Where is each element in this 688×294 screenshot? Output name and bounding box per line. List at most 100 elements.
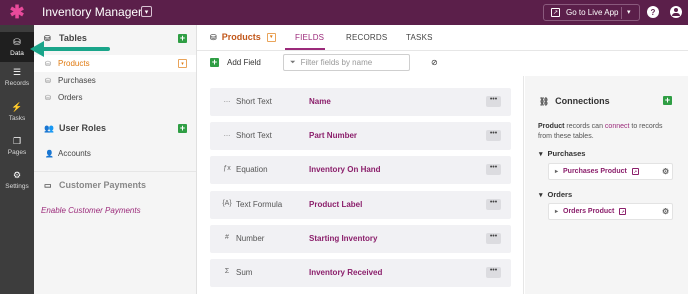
- database-icon: ⛁: [13, 37, 21, 47]
- connection-group-purchases[interactable]: Purchases: [539, 149, 586, 158]
- more-options-button[interactable]: •••: [486, 96, 501, 107]
- field-name: Inventory Received: [309, 268, 383, 277]
- more-options-button[interactable]: •••: [486, 130, 501, 141]
- nav-item-records[interactable]: ☰ Records: [0, 62, 34, 92]
- field-row[interactable]: ƒx Equation Inventory On Hand •••: [210, 156, 511, 184]
- fields-toolbar: + Add Field ⏷ Filter fields by name ⊘: [197, 51, 688, 76]
- external-link-icon[interactable]: ↗: [619, 208, 627, 215]
- connection-item-orders-product[interactable]: ▸ Orders Product ↗ ⚙: [548, 203, 673, 220]
- short-text-icon: …: [223, 97, 231, 104]
- nav-item-tasks[interactable]: ⚡ Tasks: [0, 97, 34, 127]
- user-role-label: Accounts: [58, 149, 91, 158]
- tab-fields[interactable]: FIELDS: [295, 33, 324, 42]
- hide-fields-icon[interactable]: ⊘: [431, 58, 442, 68]
- object-header: ⛁ Products ▾ FIELDS RECORDS TASKS: [197, 25, 688, 51]
- desc-object: Product: [538, 123, 565, 130]
- button-divider: [621, 7, 622, 19]
- add-user-role-button[interactable]: +: [178, 124, 187, 133]
- connections-title: Connections: [555, 96, 610, 106]
- add-field-label: Add Field: [227, 58, 261, 67]
- connection-item-purchases-product[interactable]: ▸ Purchases Product ↗ ⚙: [548, 163, 673, 180]
- object-options-chevron-icon[interactable]: ▾: [266, 32, 276, 42]
- customer-payments-label: Customer Payments: [59, 180, 147, 190]
- more-options-button[interactable]: •••: [486, 164, 501, 175]
- add-table-button[interactable]: +: [178, 34, 187, 43]
- nav-item-label: Records: [4, 79, 30, 87]
- connection-group-orders[interactable]: Orders: [539, 190, 573, 199]
- short-text-icon: …: [223, 131, 231, 138]
- field-row[interactable]: {A} Text Formula Product Label •••: [210, 191, 511, 219]
- field-type: Short Text: [236, 97, 272, 106]
- text-formula-icon: {A}: [222, 200, 232, 207]
- nav-item-settings[interactable]: ⚙ Settings: [0, 165, 34, 195]
- nav-item-label: Tasks: [8, 114, 26, 122]
- add-field-button[interactable]: + Add Field: [210, 58, 261, 67]
- more-options-button[interactable]: •••: [486, 267, 501, 278]
- records-icon: ☰: [12, 67, 22, 77]
- table-options-chevron-icon[interactable]: ▾: [178, 59, 187, 68]
- user-account-icon[interactable]: [670, 6, 682, 18]
- table-item-purchases[interactable]: ⛁ Purchases: [34, 72, 196, 89]
- plus-icon: +: [210, 57, 219, 67]
- pages-icon: ❐: [12, 136, 22, 146]
- equation-icon: ƒx: [223, 165, 231, 172]
- sum-icon: Σ: [224, 268, 230, 275]
- more-options-button[interactable]: •••: [486, 233, 501, 244]
- tab-tasks[interactable]: TASKS: [406, 33, 433, 42]
- table-icon: ⛁: [210, 32, 217, 42]
- nav-item-data[interactable]: ⛁ Data: [0, 32, 34, 62]
- nav-item-label: Pages: [7, 148, 27, 156]
- field-type: Text Formula: [236, 200, 283, 209]
- enable-customer-payments-link[interactable]: Enable Customer Payments: [41, 206, 141, 215]
- table-icon: ⛁: [45, 77, 51, 85]
- fields-list: … Short Text Name ••• … Short Text Part …: [197, 76, 524, 294]
- customer-payments-header: ▭ Customer Payments: [44, 180, 146, 190]
- caret-right-icon: ▸: [555, 209, 559, 215]
- field-type: Short Text: [236, 131, 272, 140]
- left-nav: ⛁ Data ☰ Records ⚡ Tasks ❐ Pages ⚙ Setti…: [0, 25, 34, 294]
- connection-item-label: Purchases Product: [563, 168, 627, 175]
- user-role-item-accounts[interactable]: 👤 Accounts: [34, 145, 196, 162]
- table-item-label: Purchases: [58, 76, 96, 85]
- tab-records[interactable]: RECORDS: [346, 33, 387, 42]
- connections-panel: ⛓ Connections + Product records can conn…: [525, 76, 688, 294]
- nav-item-pages[interactable]: ❐ Pages: [0, 131, 34, 161]
- nav-item-label: Data: [10, 49, 24, 57]
- filter-icon: ⏷: [290, 58, 296, 66]
- users-icon: 👥: [44, 123, 54, 133]
- gear-icon: ⚙: [12, 170, 22, 180]
- object-title: ⛁ Products ▾: [210, 32, 276, 42]
- field-row[interactable]: # Number Starting Inventory •••: [210, 225, 511, 253]
- filter-placeholder: Filter fields by name: [300, 58, 373, 67]
- gear-icon[interactable]: ⚙: [662, 167, 669, 176]
- field-row[interactable]: Σ Sum Inventory Received •••: [210, 259, 511, 287]
- field-name: Name: [309, 97, 331, 106]
- connections-header: ⛓ Connections: [539, 96, 610, 106]
- top-bar: ✱ Inventory Manager ▾ ↗ Go to Live App ▾…: [0, 0, 688, 25]
- add-connection-button[interactable]: +: [663, 96, 672, 105]
- external-link-icon[interactable]: ↗: [631, 168, 639, 175]
- help-icon[interactable]: ?: [647, 6, 659, 18]
- user-roles-header: 👥 User Roles: [44, 123, 106, 133]
- app-logo-icon[interactable]: ✱: [0, 0, 34, 25]
- filter-fields-input[interactable]: ⏷ Filter fields by name: [283, 54, 410, 71]
- connect-link[interactable]: connect: [605, 123, 630, 130]
- gear-icon[interactable]: ⚙: [662, 207, 669, 216]
- caret-right-icon: ▸: [555, 169, 559, 175]
- connection-item-label: Orders Product: [563, 208, 615, 215]
- app-menu-chevron-icon[interactable]: ▾: [141, 6, 152, 17]
- field-type: Number: [236, 234, 265, 243]
- desc-text: records can: [564, 123, 605, 130]
- table-item-orders[interactable]: ⛁ Orders: [34, 89, 196, 106]
- field-row[interactable]: … Short Text Part Number •••: [210, 122, 511, 150]
- table-icon: ⛁: [45, 94, 51, 102]
- number-icon: #: [225, 234, 229, 241]
- field-row[interactable]: … Short Text Name •••: [210, 88, 511, 116]
- field-name: Part Number: [309, 131, 358, 140]
- credit-card-icon: ▭: [44, 180, 52, 190]
- nav-item-label: Settings: [5, 182, 29, 190]
- app-title: Inventory Manager: [42, 5, 143, 19]
- go-to-live-app-button[interactable]: ↗ Go to Live App ▾: [543, 4, 640, 21]
- live-app-dropdown-icon[interactable]: ▾: [627, 8, 631, 16]
- more-options-button[interactable]: •••: [486, 199, 501, 210]
